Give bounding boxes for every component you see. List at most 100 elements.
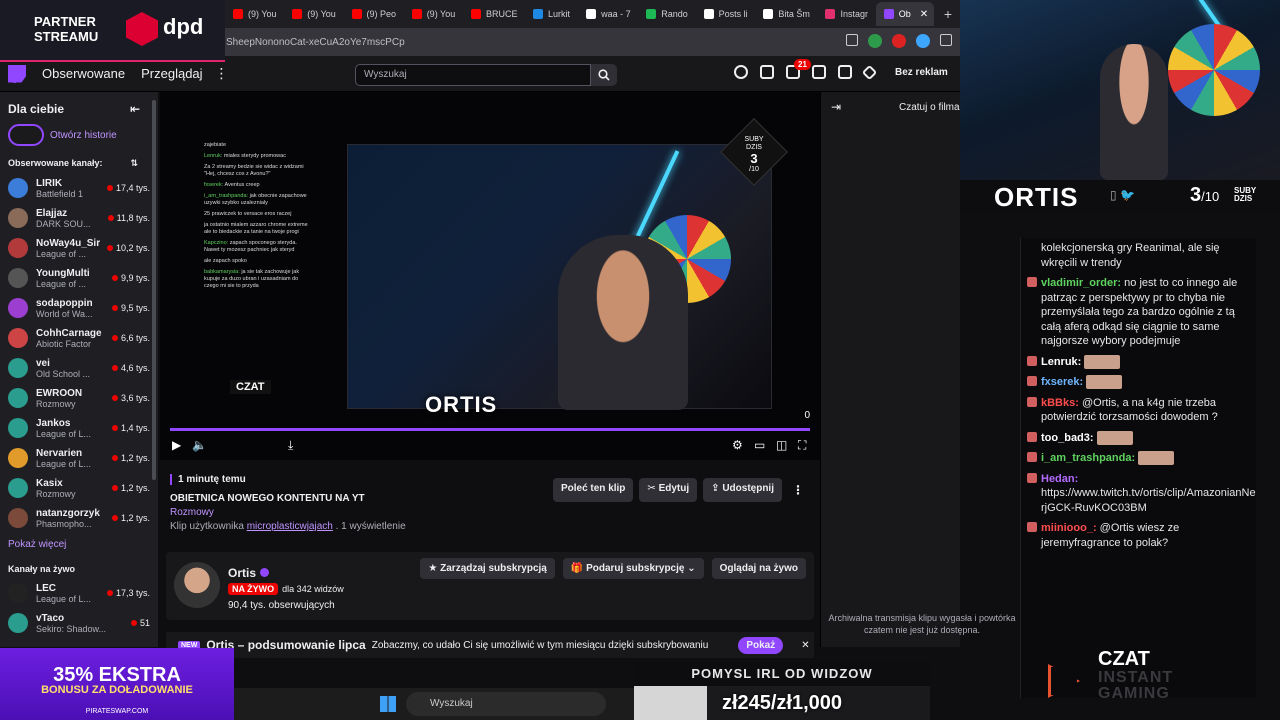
new-tab-icon[interactable]: + bbox=[936, 6, 960, 22]
fullscreen-icon[interactable]: ⛶ bbox=[798, 438, 806, 453]
video-player[interactable]: zajebiate Lenruk: miales sterydy promowac… bbox=[160, 92, 820, 460]
search-input[interactable]: Wyszukaj bbox=[355, 64, 591, 86]
ortis-name-bar: ORTIS ▯ 🐦 3/10 SUBY DZIS bbox=[960, 180, 1280, 212]
watch-live-button[interactable]: Oglądaj na żywo bbox=[711, 558, 806, 579]
address-text[interactable]: SheepNononoCat-xeCuA2oYe7mscPCp bbox=[226, 37, 405, 48]
browser-tab[interactable]: Rando bbox=[638, 2, 693, 26]
browser-tab[interactable]: Ob ✕ bbox=[875, 2, 934, 26]
extension-blue-icon[interactable] bbox=[916, 34, 930, 48]
extension-shield-icon[interactable] bbox=[868, 34, 882, 48]
channel-game: Abiotic Factor bbox=[36, 338, 92, 349]
sidebar-header: Dla ciebie ⇤ bbox=[0, 92, 158, 120]
video-chat-message: Za 2 streamy bedzie sie widac z widzami … bbox=[204, 164, 314, 178]
sidebar-channel-item[interactable]: CohhCarnage Abiotic Factor 6,6 tys. bbox=[0, 323, 158, 353]
video-progress-bar[interactable] bbox=[170, 428, 810, 431]
video-chat-message: ja ostatnio mialem azzaro chrome extreme… bbox=[204, 222, 314, 236]
channel-avatar bbox=[8, 448, 28, 468]
more-options-icon[interactable]: ⋮ bbox=[215, 65, 229, 82]
play-icon[interactable]: ▶ bbox=[172, 438, 181, 452]
open-stories-button[interactable]: Otwórz historie bbox=[0, 120, 158, 150]
nav-browse-link[interactable]: Przeglądaj bbox=[141, 66, 202, 81]
extensions-puzzle-icon[interactable] bbox=[940, 34, 952, 46]
manage-subscription-button[interactable]: ★ Zarządzaj subskrypcją bbox=[420, 558, 555, 579]
recommend-clip-button[interactable]: Poleć ten klip bbox=[552, 478, 634, 502]
edit-clip-button[interactable]: ✂ Edytuj bbox=[639, 478, 698, 502]
clip-category-link[interactable]: Rozmowy bbox=[170, 507, 810, 518]
left-sidebar: Dla ciebie ⇤ Otwórz historie Obserwowane… bbox=[0, 92, 158, 647]
sidebar-scrollbar[interactable] bbox=[152, 100, 156, 480]
inbox-icon[interactable] bbox=[812, 65, 826, 79]
sidebar-channel-item[interactable]: natanzgorzyk Phasmopho... 1,2 tys. bbox=[0, 503, 158, 533]
show-more-link[interactable]: Pokaż więcej bbox=[0, 533, 158, 556]
collapse-sidebar-icon[interactable]: ⇤ bbox=[130, 102, 140, 116]
channel-viewers: 1,4 tys. bbox=[120, 423, 150, 433]
sidebar-channel-item[interactable]: Elajjaz DARK SOU... 11,8 tys. bbox=[0, 203, 158, 233]
browser-tab[interactable]: Bita Šm bbox=[755, 2, 815, 26]
taskbar-search[interactable]: Wyszukaj bbox=[406, 692, 606, 716]
channel-game: League of ... bbox=[36, 248, 87, 259]
ad-free-button[interactable]: Bez reklam bbox=[895, 67, 948, 78]
ig-line-2: GAMING bbox=[1098, 685, 1170, 702]
search-button[interactable] bbox=[591, 64, 617, 86]
sidebar-channel-item[interactable]: vei Old School ... 4,6 tys. bbox=[0, 353, 158, 383]
sort-icon[interactable]: ⇅ bbox=[130, 158, 138, 169]
streamer-name[interactable]: Ortis bbox=[228, 566, 256, 580]
browser-tab[interactable]: (9) You bbox=[284, 2, 341, 26]
gift-subscription-button[interactable]: 🎁 Podaruj subskrypcję ⌄ bbox=[562, 558, 704, 579]
sidebar-channel-item[interactable]: Jankos League of L... 1,4 tys. bbox=[0, 413, 158, 443]
whispers-icon[interactable] bbox=[838, 65, 852, 79]
sidebar-channel-item[interactable]: Nervarien League of L... 1,2 tys. bbox=[0, 443, 158, 473]
clips-icon[interactable] bbox=[734, 65, 748, 79]
tab-label: BRUCE bbox=[485, 9, 518, 19]
side-by-side-icon[interactable]: ◫ bbox=[776, 438, 787, 452]
sidebar-channel-item[interactable]: YoungMulti League of ... 9,9 tys. bbox=[0, 263, 158, 293]
sidebar-channel-item[interactable]: Kasix Rozmowy 1,2 tys. bbox=[0, 473, 158, 503]
chat-username: i_am_trashpanda: bbox=[1041, 452, 1136, 464]
channel-avatar bbox=[8, 208, 28, 228]
browser-tab[interactable]: Posts li bbox=[696, 2, 754, 26]
video-frame bbox=[347, 144, 772, 410]
drops-icon[interactable] bbox=[760, 65, 774, 79]
video-chat-message: Kapczino: zapach spoconego steryda. Nawe… bbox=[204, 240, 314, 254]
expand-chat-icon[interactable]: ⇥ bbox=[831, 100, 841, 114]
volume-icon[interactable]: 🔈 bbox=[192, 438, 207, 452]
theatre-mode-icon[interactable]: ▭ bbox=[754, 438, 765, 452]
twitch-logo-icon[interactable] bbox=[8, 64, 26, 83]
sidebar-channel-item[interactable]: vTaco Sekiro: Shadow... 51 bbox=[0, 608, 158, 638]
bookmark-star-icon[interactable] bbox=[846, 34, 858, 46]
browser-tab[interactable]: BRUCE bbox=[463, 2, 523, 26]
chevron-down-icon: ⌄ bbox=[684, 563, 696, 574]
clip-author-link[interactable]: microplasticwjajach bbox=[247, 521, 333, 532]
notifications-icon[interactable]: 21 bbox=[786, 59, 811, 79]
share-button[interactable]: ⇪ Udostępnij bbox=[703, 478, 782, 502]
sidebar-channel-item[interactable]: EWROON Rozmowy 3,6 tys. bbox=[0, 383, 158, 413]
download-icon[interactable]: ⤓ bbox=[288, 438, 293, 453]
browser-tab[interactable]: waa - 7 bbox=[578, 2, 636, 26]
tab-favicon-icon bbox=[470, 9, 481, 19]
browser-tab[interactable]: (9) Peo bbox=[344, 2, 402, 26]
sidebar-channel-item[interactable]: LIRIK Battlefield 1 17,4 tys. bbox=[0, 173, 158, 203]
sidebar-channel-item[interactable]: NoWay4u_Sir League of ... 10,2 tys. bbox=[0, 233, 158, 263]
extension-red-icon[interactable] bbox=[892, 34, 906, 48]
browser-tab[interactable]: (9) You bbox=[225, 2, 282, 26]
nav-following-link[interactable]: Obserwowane bbox=[42, 66, 125, 81]
close-tab-icon[interactable]: ✕ bbox=[920, 9, 928, 20]
show-recap-button[interactable]: Pokaż bbox=[738, 636, 784, 654]
channel-viewers: 1,2 tys. bbox=[120, 453, 150, 463]
browser-tab[interactable]: Lurkit bbox=[525, 2, 576, 26]
bits-icon[interactable] bbox=[861, 64, 878, 80]
clip-more-icon[interactable]: ⋮ bbox=[788, 478, 808, 502]
promo-url: PIRATESWAP.COM bbox=[85, 708, 149, 715]
channel-avatar bbox=[8, 358, 28, 378]
search-icon bbox=[598, 69, 610, 81]
channel-info: Kasix Rozmowy bbox=[36, 478, 112, 499]
close-banner-icon[interactable]: ✕ bbox=[801, 640, 809, 651]
streamer-avatar[interactable] bbox=[174, 562, 220, 608]
browser-tab[interactable]: (9) You bbox=[404, 2, 461, 26]
sidebar-channel-item[interactable]: sodapoppin World of Wa... 9,5 tys. bbox=[0, 293, 158, 323]
windows-start-icon[interactable] bbox=[380, 696, 396, 712]
settings-icon[interactable]: ⚙ bbox=[732, 438, 743, 452]
sidebar-channel-item[interactable]: LEC League of L... 17,3 tys. bbox=[0, 578, 158, 608]
browser-tab[interactable]: Instagr bbox=[817, 2, 873, 26]
tab-label: Lurkit bbox=[548, 9, 571, 19]
